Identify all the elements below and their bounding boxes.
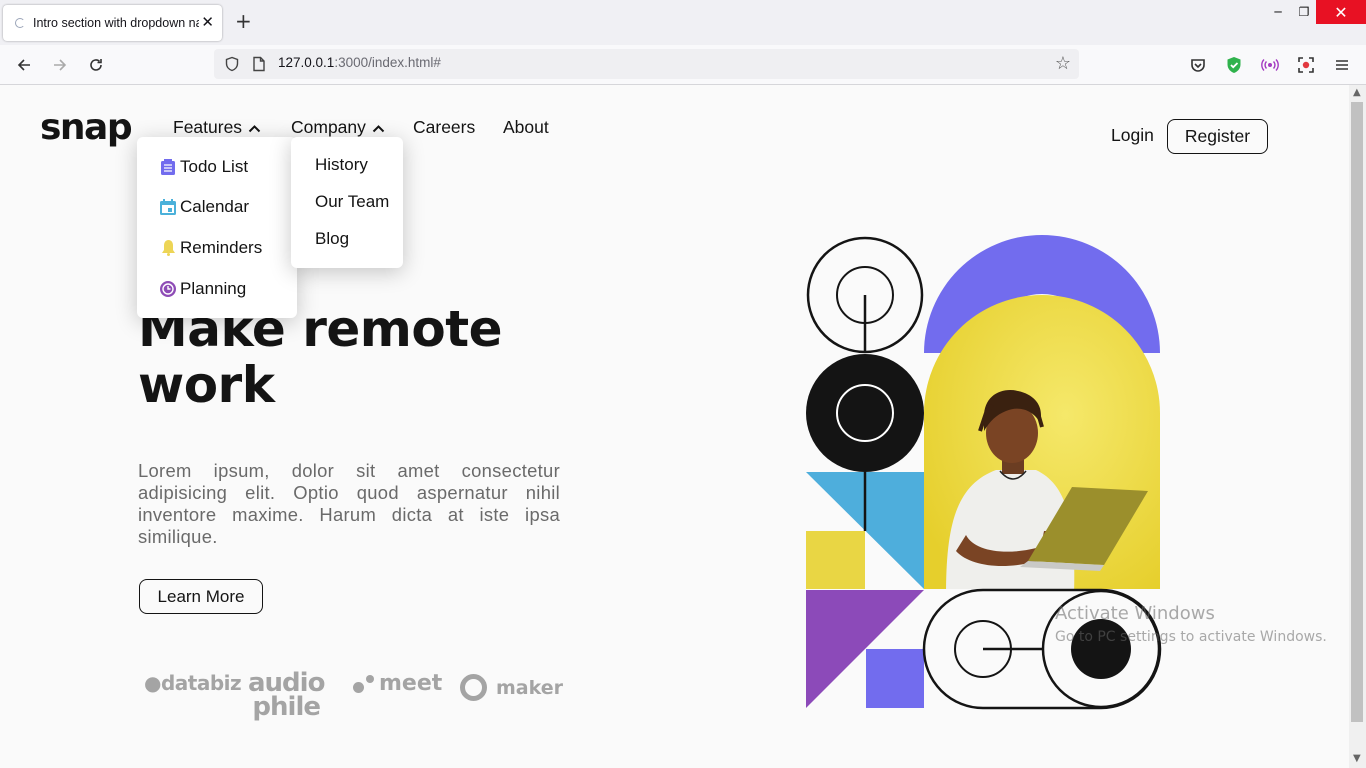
nav-company-label: Company bbox=[291, 117, 366, 137]
dropdown-item-our-team[interactable]: Our Team bbox=[315, 192, 389, 212]
register-button[interactable]: Register bbox=[1167, 119, 1268, 154]
maker-circle-icon bbox=[460, 674, 487, 701]
meet-dots-icon bbox=[353, 673, 375, 695]
back-icon[interactable] bbox=[12, 53, 36, 77]
scroll-up-icon[interactable]: ▲ bbox=[1353, 87, 1361, 98]
browser-tab-strip: Intro section with dropdown na ✕ + ─ ❐ ✕ bbox=[0, 0, 1366, 45]
nav-features[interactable]: Features bbox=[173, 117, 261, 138]
chevron-up-icon bbox=[248, 117, 261, 138]
new-tab-icon[interactable]: + bbox=[235, 10, 252, 32]
databiz-logo: ●databiz bbox=[144, 671, 242, 695]
nav-features-label: Features bbox=[173, 117, 243, 137]
hero-description: Lorem ipsum, dolor sit amet consectetur … bbox=[138, 460, 560, 547]
nav-careers[interactable]: Careers bbox=[413, 117, 475, 138]
tab-title: Intro section with dropdown na bbox=[33, 16, 199, 30]
reload-icon[interactable] bbox=[84, 53, 108, 77]
planning-clock-icon bbox=[160, 281, 176, 297]
dropdown-item-reminders[interactable]: Reminders bbox=[160, 238, 262, 258]
page-info-icon[interactable] bbox=[252, 56, 266, 76]
scrollbar-thumb[interactable] bbox=[1351, 102, 1363, 722]
person-with-laptop-image bbox=[924, 295, 1160, 589]
login-link[interactable]: Login bbox=[1111, 125, 1154, 146]
url-bar[interactable]: 127.0.0.1:3000/index.html# ☆ bbox=[214, 49, 1079, 79]
dropdown-item-calendar[interactable]: Calendar bbox=[160, 197, 249, 217]
dropdown-item-planning[interactable]: Planning bbox=[160, 279, 246, 299]
url-text[interactable]: 127.0.0.1:3000/index.html# bbox=[278, 55, 441, 70]
calendar-icon bbox=[160, 199, 176, 215]
dropdown-item-history[interactable]: History bbox=[315, 155, 368, 175]
bookmark-star-icon[interactable]: ☆ bbox=[1055, 53, 1071, 74]
vertical-scrollbar[interactable]: ▲ ▼ bbox=[1349, 85, 1366, 768]
bell-icon bbox=[160, 240, 176, 256]
hero-title-line-2: work bbox=[138, 356, 275, 414]
browser-tab[interactable]: Intro section with dropdown na ✕ bbox=[3, 5, 222, 41]
broadcast-icon[interactable] bbox=[1259, 54, 1281, 76]
snap-logo[interactable]: snap bbox=[40, 107, 133, 148]
maker-logo: maker bbox=[460, 674, 563, 701]
todo-list-icon bbox=[160, 159, 176, 175]
browser-toolbar: 127.0.0.1:3000/index.html# ☆ bbox=[0, 45, 1366, 85]
dropdown-item-todo-list[interactable]: Todo List bbox=[160, 157, 248, 177]
window-close-icon[interactable]: ✕ bbox=[1316, 0, 1366, 24]
menu-hamburger-icon[interactable] bbox=[1331, 54, 1353, 76]
meet-logo: meet bbox=[353, 671, 442, 696]
activate-windows-subtitle: Go to PC settings to activate Windows. bbox=[1055, 629, 1327, 645]
adblock-shield-icon[interactable] bbox=[1223, 54, 1245, 76]
nav-about[interactable]: About bbox=[503, 117, 549, 138]
pocket-icon[interactable] bbox=[1187, 54, 1209, 76]
nav-company[interactable]: Company bbox=[291, 117, 385, 138]
loading-favicon-icon bbox=[15, 18, 25, 28]
shield-icon[interactable] bbox=[224, 56, 240, 76]
activate-windows-title: Activate Windows bbox=[1055, 603, 1215, 624]
screenshot-icon[interactable] bbox=[1295, 54, 1317, 76]
scroll-down-icon[interactable]: ▼ bbox=[1353, 753, 1361, 764]
dropdown-item-blog[interactable]: Blog bbox=[315, 229, 349, 249]
features-dropdown: Todo List Calendar Reminders Planning bbox=[137, 137, 297, 318]
page-viewport: snap Features Company Careers About Logi… bbox=[0, 85, 1349, 768]
company-dropdown: History Our Team Blog bbox=[291, 137, 403, 268]
close-tab-icon[interactable]: ✕ bbox=[201, 13, 214, 31]
audiophile-logo: audio phile bbox=[248, 668, 325, 722]
chevron-up-icon bbox=[372, 117, 385, 138]
learn-more-button[interactable]: Learn More bbox=[139, 579, 263, 614]
forward-icon[interactable] bbox=[48, 53, 72, 77]
